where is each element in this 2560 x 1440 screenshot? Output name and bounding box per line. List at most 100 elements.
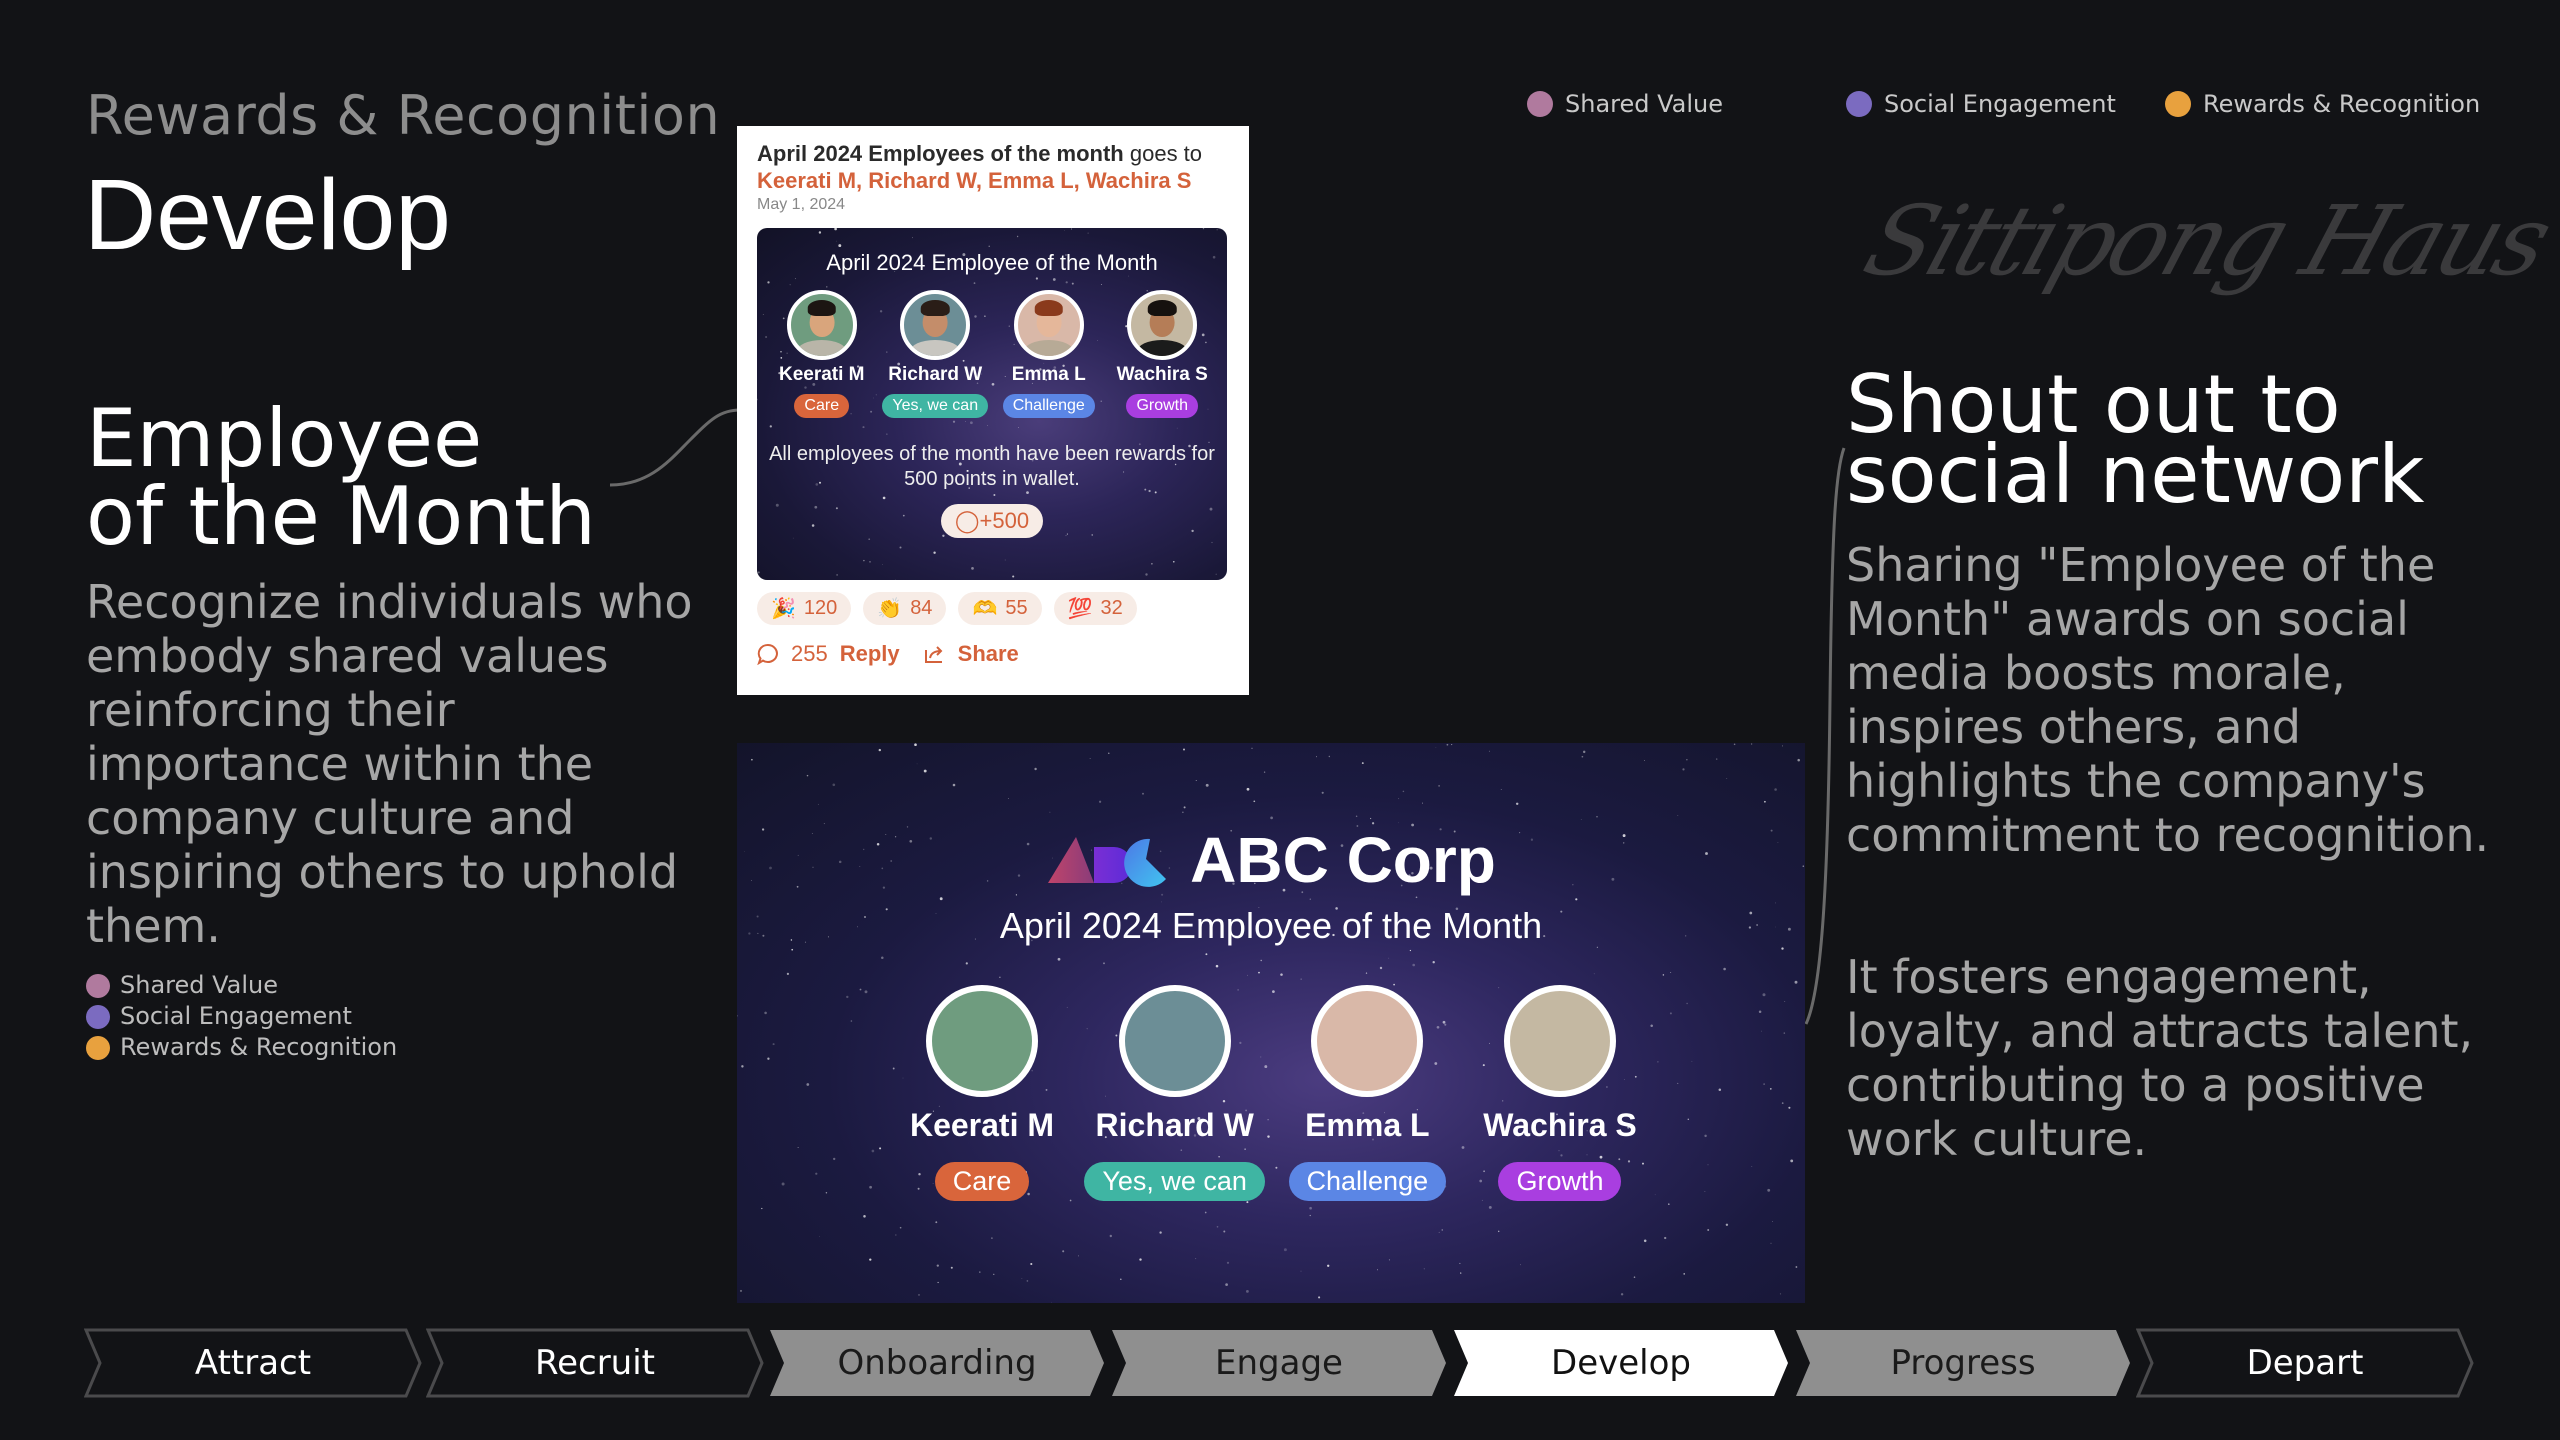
stage-onboarding[interactable]: Onboarding [768,1328,1106,1398]
star [1216,1225,1219,1228]
star [987,424,988,426]
star [767,1057,770,1060]
share-button[interactable]: Share [924,641,1019,667]
star [1441,1229,1443,1231]
star [1226,1261,1230,1264]
star [952,420,956,423]
star [1794,980,1798,984]
reaction-heart-hands[interactable]: 🫶 55 [958,592,1042,625]
star [1215,573,1217,575]
star [1211,541,1213,544]
star [1388,1259,1390,1261]
star [1783,1032,1786,1034]
star [817,803,819,805]
star [1103,962,1105,965]
stage-recruit[interactable]: Recruit [426,1328,764,1398]
star [850,1020,853,1022]
star [1327,1264,1330,1267]
stage-label: Onboarding [837,1343,1037,1383]
value-tag: Challenge [1288,1162,1447,1201]
employee-avatar [1503,985,1616,1097]
star [1369,817,1372,820]
star [1066,533,1068,535]
employee-list: Keerati M Care Richard W Yes, we can Emm… [757,290,1227,418]
star [794,278,796,280]
star [1657,1061,1659,1063]
post-actions: 255 Reply Share [757,641,1229,667]
stage-engage[interactable]: Engage [1110,1328,1448,1398]
star [1021,1278,1023,1279]
brand-name: ABC Corp [1190,824,1496,896]
stage-label: Develop [1551,1343,1691,1383]
star [1247,974,1248,976]
star [1668,1203,1670,1205]
star [1683,1273,1685,1275]
star [1669,1012,1672,1015]
star [1769,1088,1772,1090]
avatar-shoulders [796,339,847,356]
points-value: +500 [979,508,1030,533]
stage-depart[interactable]: Depart [2136,1328,2474,1398]
star [1089,758,1091,759]
points-badge: ◯+500 [940,504,1044,538]
star [1091,534,1093,536]
star [1758,1010,1762,1014]
star [1035,277,1039,280]
star [939,897,943,901]
reaction-party-popper[interactable]: 🎉 120 [757,592,852,625]
star [1620,1293,1624,1296]
value-tag: Care [934,1162,1030,1201]
employee-item: Wachira S Growth [1106,290,1218,418]
star [862,426,865,429]
star [1751,1165,1753,1167]
stage-attract[interactable]: Attract [84,1328,422,1398]
stage-progress[interactable]: Progress [1794,1328,2132,1398]
reaction-clapping-hands[interactable]: 👏 84 [863,592,947,625]
social-post-card: April 2024 Employees of the month goes t… [737,126,1249,695]
star [737,1014,738,1017]
star [1723,967,1726,971]
star [792,537,794,539]
star [1435,746,1437,748]
star [895,1234,897,1236]
star [1580,819,1582,820]
star [1100,283,1102,285]
star [1704,1134,1707,1138]
reply-button[interactable]: 255 Reply [757,641,900,667]
star [739,1289,743,1292]
star [882,496,886,500]
reaction-hundred-points[interactable]: 💯 32 [1053,592,1137,625]
comment-bubble-icon [757,643,778,665]
stage-develop[interactable]: Develop [1452,1328,1790,1398]
right-paragraph-2: It fosters engagement, loyalty, and attr… [1846,950,2474,1166]
star [786,972,790,976]
post-media-image[interactable]: April 2024 Employee of the Month Keerati… [757,228,1227,580]
abc-corp-logo-icon [1048,837,1167,887]
star [1300,978,1302,980]
star [1438,1231,1440,1233]
post-date: May 1, 2024 [757,196,846,213]
star [1770,1242,1772,1244]
star [1582,750,1586,754]
star [1515,802,1519,806]
star [835,507,838,510]
brand-header: ABC Corp [737,823,1805,897]
star [1764,800,1766,803]
reaction-count: 55 [1005,597,1028,619]
star [1686,759,1688,761]
star [1761,1030,1763,1032]
star [1788,1106,1791,1109]
star [1260,959,1262,962]
stage-label: Depart [2246,1343,2364,1383]
stage-label: Recruit [534,1343,655,1383]
star [1004,559,1006,561]
share-icon [924,646,943,663]
star [999,976,1001,978]
star [832,783,836,787]
star [1173,560,1175,563]
star [1049,811,1051,813]
star [993,1273,995,1275]
star [819,1236,820,1237]
star [1365,972,1368,974]
post-employee-names[interactable]: Keerati M, Richard W, Emma L, Wachira S [757,167,1229,194]
